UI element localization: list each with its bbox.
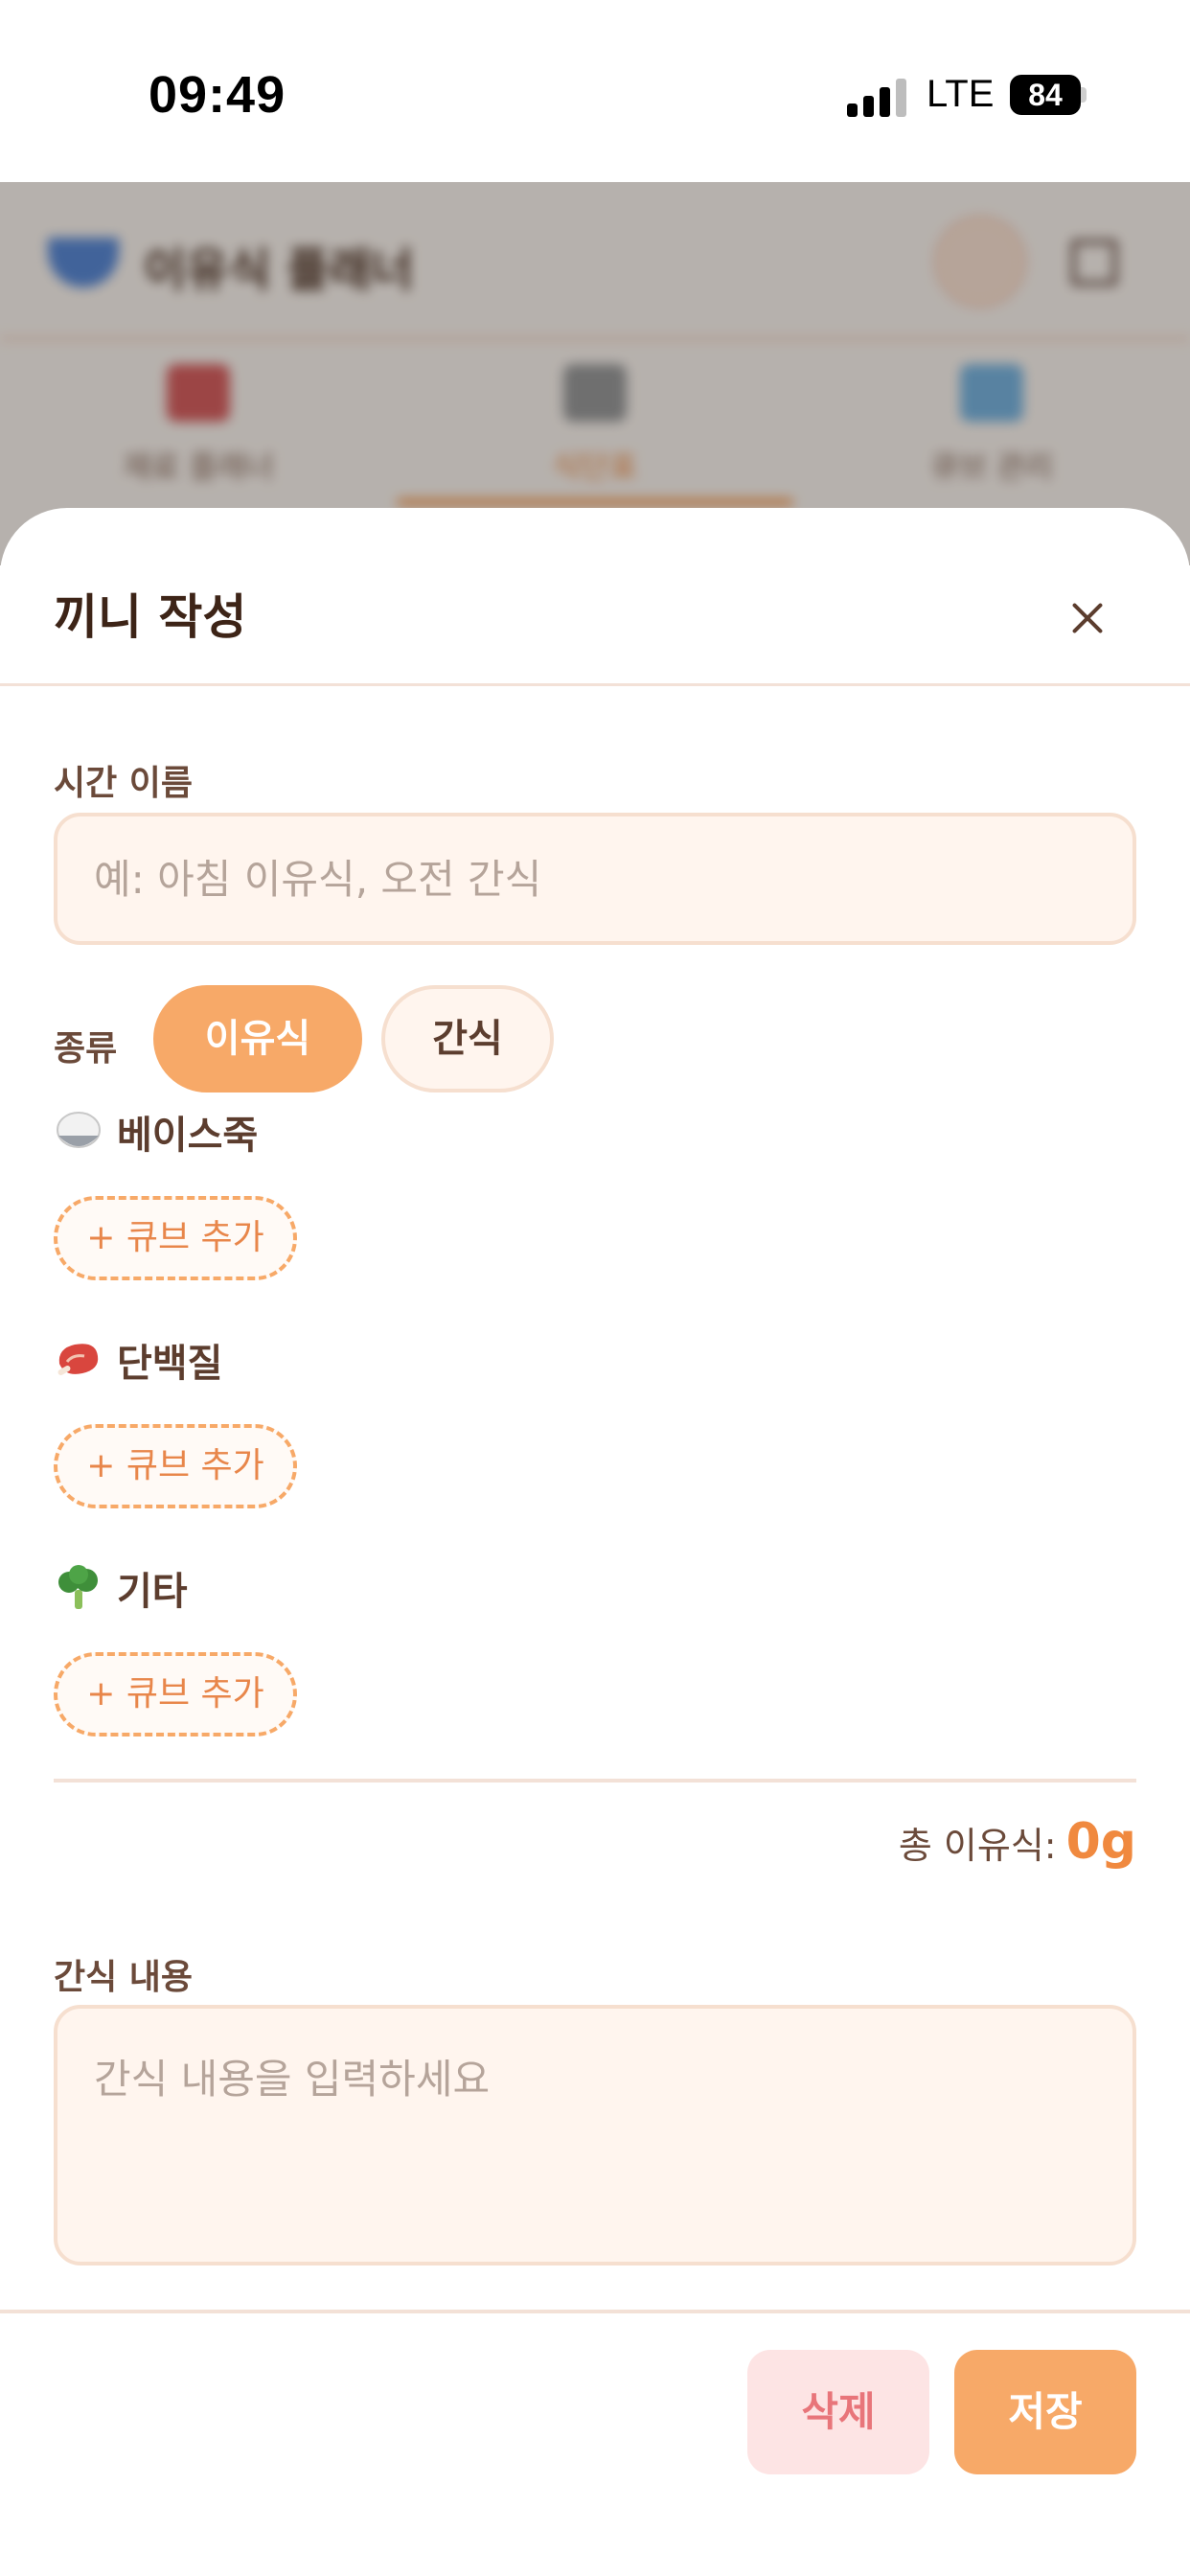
status-bar: 09:49 LTE 84 (0, 0, 1190, 182)
meat-icon (57, 1344, 99, 1375)
close-icon[interactable] (1059, 594, 1116, 652)
category-other: 기타 (54, 1560, 188, 1616)
total-label: 총 이유식: (898, 1825, 1057, 1867)
category-base-porridge: 베이스죽 (54, 1104, 258, 1160)
category-protein: 단백질 (54, 1332, 222, 1388)
add-cube-button-other[interactable]: + 큐브 추가 (54, 1652, 297, 1736)
time-name-input[interactable] (54, 813, 1136, 945)
save-button[interactable]: 저장 (954, 2350, 1136, 2474)
divider (54, 1779, 1136, 1782)
category-name: 베이스죽 (117, 1114, 259, 1158)
network-label: LTE (927, 73, 995, 115)
add-cube-button-base-porridge[interactable]: + 큐브 추가 (54, 1196, 297, 1280)
category-name: 기타 (117, 1570, 188, 1614)
broccoli-icon (58, 1565, 98, 1609)
category-name: 단백질 (117, 1342, 223, 1386)
battery-tip (1081, 87, 1087, 103)
sheet-header: 끼니 작성 (0, 508, 1190, 686)
sheet-title: 끼니 작성 (54, 589, 247, 645)
snack-content-label: 간식 내용 (54, 1958, 194, 1997)
add-cube-button-protein[interactable]: + 큐브 추가 (54, 1424, 297, 1508)
type-label: 종류 (54, 1029, 118, 1069)
time-name-label: 시간 이름 (54, 764, 194, 803)
signal-icon (847, 79, 906, 117)
total-baby-food: 총 이유식: 0g (899, 1813, 1136, 1871)
meal-edit-sheet: 끼니 작성 시간 이름 종류 이유식 간식 베이스죽 + 큐브 추가 단백질 +… (0, 508, 1190, 2576)
status-time: 09:49 (149, 66, 286, 124)
battery-icon: 84 (1010, 75, 1081, 115)
footer-divider (0, 2310, 1190, 2313)
rice-bowl-icon (57, 1112, 101, 1148)
total-value: 0g (1065, 1813, 1136, 1871)
snack-content-input[interactable] (54, 2005, 1136, 2266)
delete-button[interactable]: 삭제 (747, 2350, 929, 2474)
type-option-baby-food[interactable]: 이유식 (153, 985, 362, 1092)
type-option-snack[interactable]: 간식 (381, 985, 554, 1092)
